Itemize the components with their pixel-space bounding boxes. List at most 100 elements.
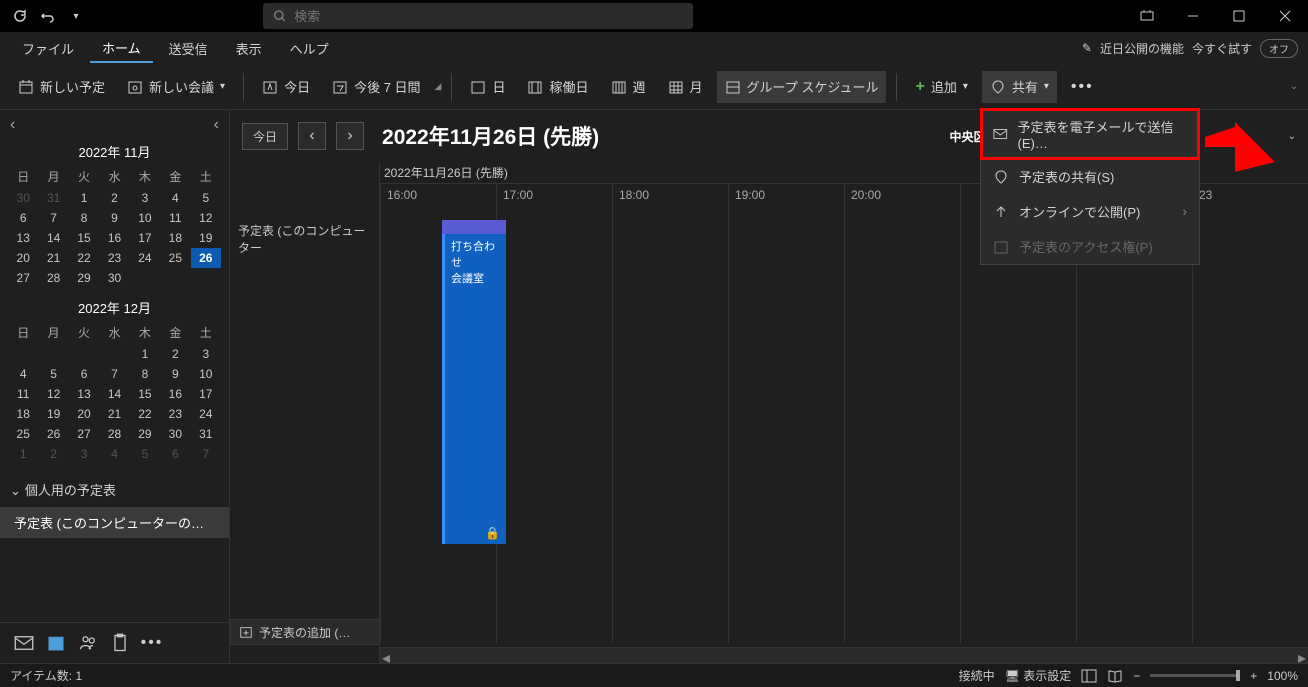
zoom-in-button[interactable]: + — [1250, 669, 1257, 683]
week-view-button[interactable]: 週 — [603, 71, 654, 103]
time-slot[interactable] — [496, 220, 612, 643]
cal-collapse-button[interactable]: ‹ — [208, 114, 225, 136]
view-normal-icon[interactable] — [1081, 669, 1097, 683]
cal-day[interactable]: 19 — [38, 404, 68, 424]
quickaccess-dropdown-icon[interactable]: ▾ — [64, 4, 88, 28]
cal-day[interactable]: 13 — [69, 384, 99, 404]
cal-day[interactable]: 2 — [160, 344, 190, 364]
time-slot[interactable] — [844, 220, 960, 643]
menu-file[interactable]: ファイル — [10, 35, 86, 62]
cal-day[interactable]: 6 — [69, 364, 99, 384]
search-input[interactable] — [294, 9, 683, 24]
menu-sendreceive[interactable]: 送受信 — [157, 35, 220, 62]
display-settings[interactable]: 🖥 表示設定 — [1005, 667, 1072, 684]
cal-day[interactable] — [8, 344, 38, 364]
cal-day[interactable]: 25 — [8, 424, 38, 444]
cal-day[interactable]: 3 — [130, 188, 160, 208]
mini-calendar-december[interactable]: 日月火水木金土123456789101112131415161718192021… — [0, 319, 229, 472]
share-calendar-item[interactable]: 予定表の共有(S) — [981, 159, 1199, 194]
add-button[interactable]: +追加▾ — [907, 71, 975, 103]
cal-day[interactable]: 21 — [99, 404, 129, 424]
cal-day[interactable]: 27 — [69, 424, 99, 444]
cal-day[interactable]: 5 — [130, 444, 160, 464]
undo-icon[interactable] — [36, 4, 60, 28]
cal-day[interactable] — [160, 268, 190, 288]
sync-icon[interactable] — [8, 4, 32, 28]
workweek-view-button[interactable]: 稼働日 — [519, 71, 596, 103]
cal-day[interactable]: 19 — [191, 228, 221, 248]
menu-view[interactable]: 表示 — [224, 35, 274, 62]
cal-day[interactable]: 16 — [160, 384, 190, 404]
horizontal-scrollbar[interactable]: ◂ ▸ — [380, 647, 1308, 663]
cal-day[interactable]: 6 — [160, 444, 190, 464]
cal-day[interactable]: 31 — [38, 188, 68, 208]
cal-day[interactable] — [130, 268, 160, 288]
cal-day[interactable]: 1 — [130, 344, 160, 364]
cal-day[interactable]: 30 — [8, 188, 38, 208]
cal-day[interactable]: 1 — [69, 188, 99, 208]
cal-day[interactable]: 28 — [99, 424, 129, 444]
cal-day[interactable]: 17 — [191, 384, 221, 404]
mail-nav-icon[interactable] — [14, 633, 34, 653]
ribbon-display-icon[interactable] — [1124, 0, 1170, 32]
add-calendar-row[interactable]: 予定表の追加 (… — [230, 619, 380, 645]
cal-day[interactable]: 25 — [160, 248, 190, 268]
try-now[interactable]: 今すぐ試す — [1192, 40, 1252, 57]
month-view-button[interactable]: 月 — [660, 71, 711, 103]
cal-day[interactable]: 5 — [191, 188, 221, 208]
cal-day[interactable]: 21 — [38, 248, 68, 268]
cal-day[interactable]: 7 — [99, 364, 129, 384]
publish-online-item[interactable]: オンラインで公開(P)› — [981, 194, 1199, 229]
cal-day[interactable]: 2 — [38, 444, 68, 464]
cal-day[interactable]: 26 — [191, 248, 221, 268]
more-nav-icon[interactable]: ••• — [142, 633, 162, 653]
cal-day[interactable]: 14 — [38, 228, 68, 248]
cal-day[interactable]: 4 — [99, 444, 129, 464]
cal-day[interactable]: 20 — [69, 404, 99, 424]
goto-today-button[interactable]: 今日 — [242, 123, 288, 150]
cal-day[interactable]: 24 — [191, 404, 221, 424]
cal-day[interactable]: 18 — [8, 404, 38, 424]
calendar-nav-icon[interactable] — [46, 633, 66, 653]
cal-day[interactable]: 22 — [69, 248, 99, 268]
prev-day-button[interactable]: ‹ — [298, 122, 326, 150]
cal-day[interactable]: 30 — [99, 268, 129, 288]
time-slot[interactable] — [728, 220, 844, 643]
cal-day[interactable]: 23 — [99, 248, 129, 268]
cal-day[interactable]: 8 — [69, 208, 99, 228]
new-appointment-button[interactable]: 新しい予定 — [10, 71, 113, 103]
more-button[interactable]: ••• — [1063, 71, 1102, 103]
zoom-out-button[interactable]: − — [1133, 669, 1140, 683]
cal-prev-button[interactable]: ‹ — [4, 114, 21, 136]
cal-day[interactable]: 12 — [38, 384, 68, 404]
cal-day[interactable]: 11 — [8, 384, 38, 404]
cal-day[interactable] — [69, 344, 99, 364]
view-reading-icon[interactable] — [1107, 669, 1123, 683]
cal-day[interactable]: 29 — [130, 424, 160, 444]
cal-day[interactable]: 15 — [69, 228, 99, 248]
cal-day[interactable]: 8 — [130, 364, 160, 384]
maximize-button[interactable] — [1216, 0, 1262, 32]
cal-day[interactable]: 9 — [160, 364, 190, 384]
cal-day[interactable] — [38, 344, 68, 364]
day-view-button[interactable]: 日 — [462, 71, 513, 103]
cal-day[interactable]: 4 — [8, 364, 38, 384]
cal-day[interactable]: 20 — [8, 248, 38, 268]
cal-day[interactable]: 24 — [130, 248, 160, 268]
cal-day[interactable]: 18 — [160, 228, 190, 248]
cal-day[interactable]: 16 — [99, 228, 129, 248]
today-button[interactable]: 今日 — [254, 71, 318, 103]
cal-day[interactable] — [191, 268, 221, 288]
calendar-list-item[interactable]: 予定表 (このコンピューターの… — [0, 507, 229, 538]
ribbon-launcher-icon[interactable]: ◢ — [435, 81, 442, 92]
try-now-toggle[interactable]: オフ — [1260, 39, 1298, 58]
cal-day[interactable]: 12 — [191, 208, 221, 228]
my-calendars-section[interactable]: ⌄個人用の予定表 — [0, 472, 229, 507]
tasks-nav-icon[interactable] — [110, 633, 130, 653]
cal-day[interactable]: 22 — [130, 404, 160, 424]
cal-day[interactable]: 14 — [99, 384, 129, 404]
cal-day[interactable]: 10 — [130, 208, 160, 228]
cal-day[interactable]: 1 — [8, 444, 38, 464]
time-slot[interactable] — [960, 220, 1076, 643]
cal-day[interactable]: 27 — [8, 268, 38, 288]
